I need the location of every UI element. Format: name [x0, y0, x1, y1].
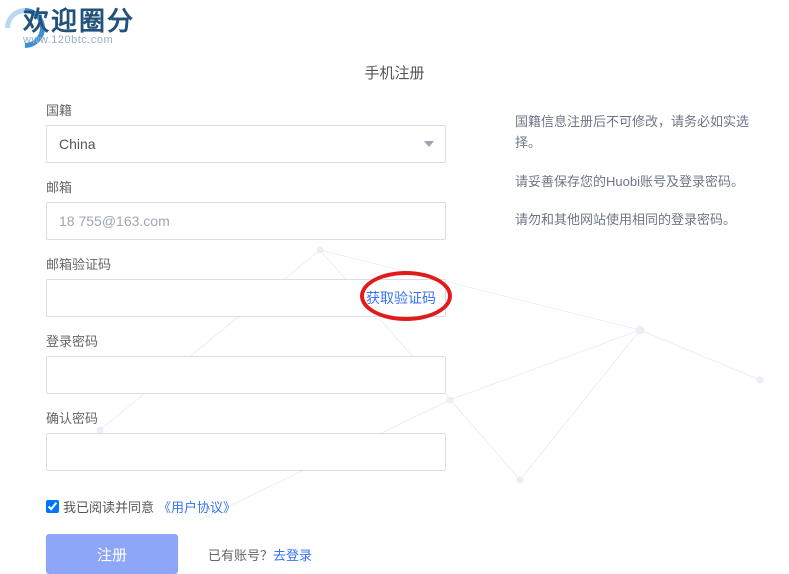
- info-line-3: 请勿和其他网站使用相同的登录密码。: [515, 210, 765, 231]
- password-input[interactable]: [46, 356, 446, 394]
- register-form: 国籍 邮箱 18 755@163.com 邮箱验证码 获取验证码 登录密码 确认…: [46, 100, 446, 574]
- tab-header: 手机注册: [0, 58, 789, 87]
- register-button[interactable]: 注册: [46, 534, 178, 574]
- login-link[interactable]: 去登录: [273, 548, 312, 563]
- has-account-label: 已有账号？: [208, 548, 273, 563]
- nationality-value[interactable]: [46, 125, 446, 163]
- code-label: 邮箱验证码: [46, 254, 446, 273]
- user-agreement-link[interactable]: 《用户协议》: [158, 497, 236, 516]
- info-line-1: 国籍信息注册后不可修改，请务必如实选择。: [515, 112, 765, 154]
- info-panel: 国籍信息注册后不可修改，请务必如实选择。 请妥善保存您的Huobi账号及登录密码…: [515, 112, 765, 249]
- password-label: 登录密码: [46, 331, 446, 350]
- confirm-password-input[interactable]: [46, 433, 446, 471]
- nationality-label: 国籍: [46, 100, 446, 119]
- nationality-select[interactable]: [46, 125, 446, 163]
- email-value: 18 755@163.com: [59, 213, 170, 229]
- agree-checkbox[interactable]: [46, 500, 59, 513]
- tab-phone-register[interactable]: 手机注册: [362, 58, 426, 87]
- info-line-2: 请妥善保存您的Huobi账号及登录密码。: [515, 172, 765, 193]
- logo-title: 欢迎圈分: [23, 8, 135, 34]
- email-field[interactable]: 18 755@163.com: [46, 202, 446, 240]
- agree-text: 我已阅读并同意: [63, 497, 154, 516]
- has-account-text: 已有账号？去登录: [208, 545, 312, 564]
- get-code-button[interactable]: 获取验证码: [366, 279, 436, 317]
- logo: 欢迎圈分 www.120btc.com: [5, 8, 135, 46]
- confirm-password-label: 确认密码: [46, 408, 446, 427]
- email-label: 邮箱: [46, 177, 446, 196]
